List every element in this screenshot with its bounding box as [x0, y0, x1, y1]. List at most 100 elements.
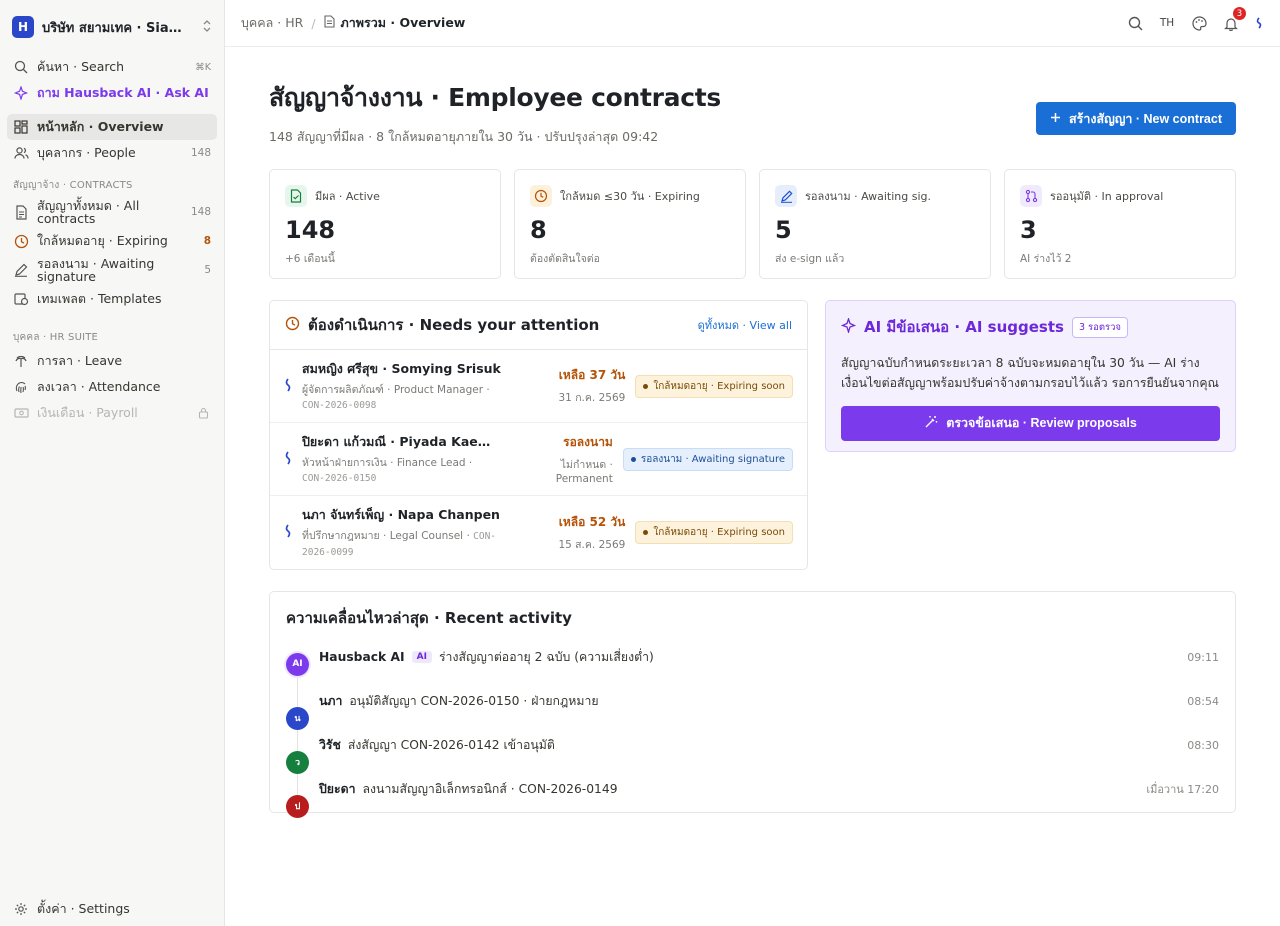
sidebar-item-ask-ai[interactable]: ถาม Hausback AI · Ask AI — [7, 80, 217, 106]
ai-pending-badge: 3 รอตรวจ — [1071, 316, 1128, 338]
employee-name: ปิยะดา แก้วมณี · Piyada Kaewma... — [302, 433, 493, 449]
sparkle-icon — [840, 316, 857, 336]
stat-note: +6 เดือนนี้ — [285, 253, 335, 265]
new-contract-label: สร้างสัญญา · New contract — [1068, 111, 1222, 126]
sidebar-item-all-contracts[interactable]: สัญญาทั้งหมด · All contracts 148 — [7, 196, 217, 228]
sidebar-item-expiring[interactable]: ใกล้หมดอายุ · Expiring 8 — [7, 228, 217, 254]
stat-value: 5 — [775, 216, 792, 244]
pen-icon — [775, 185, 797, 207]
sidebar-item-label: ค้นหา · Search — [37, 59, 125, 75]
actor-name: วิรัช — [319, 737, 341, 752]
sidebar-item-label: ถาม Hausback AI · Ask AI — [37, 85, 209, 101]
plus-icon — [1050, 112, 1061, 126]
actor-name: นภา — [319, 693, 343, 708]
sparkle-icon — [13, 85, 29, 101]
page-header: สัญญาจ้างงาน · Employee contracts 148 สั… — [269, 78, 1236, 147]
stat-card-expiring[interactable]: ใกล้หมด ≤30 วัน · Expiring 8 ต้องตัดสินใ… — [514, 169, 746, 279]
sidebar-item-templates[interactable]: เทมเพลต · Templates — [7, 286, 217, 312]
gear-icon — [13, 901, 29, 917]
due-label: เหลือ 37 วัน — [558, 368, 626, 382]
activity-text: ส่งสัญญา CON-2026-0142 เข้าอนุมัติ — [347, 737, 555, 752]
sidebar-item-count: 5 — [204, 264, 211, 276]
palette-icon[interactable] — [1190, 14, 1208, 32]
stat-label: รอลงนาม · Awaiting sig. — [805, 190, 932, 203]
avatar: AI — [286, 652, 309, 676]
stat-note: ส่ง e-sign แล้ว — [775, 253, 845, 265]
activity-time: 09:11 — [1187, 650, 1219, 664]
page-icon — [323, 15, 335, 31]
contract-code: CON-2026-0150 — [302, 473, 377, 484]
bell-icon[interactable]: 3 — [1222, 7, 1246, 32]
ai-tag: AI — [411, 651, 432, 663]
activity-time: 08:30 — [1187, 738, 1219, 752]
review-proposals-label: ตรวจข้อเสนอ · Review proposals — [946, 416, 1137, 431]
employee-role: หัวหน้าฝ่ายการเงิน · Finance Lead · — [302, 456, 473, 469]
status-badge: ใกล้หมดอายุ · Expiring soon — [635, 374, 793, 398]
sidebar-item-leave[interactable]: การลา · Leave — [7, 348, 217, 374]
breadcrumb-current: ภาพรวม · Overview — [323, 13, 465, 33]
actor-name: Hausback AI — [319, 650, 405, 664]
stat-label: ใกล้หมด ≤30 วัน · Expiring — [560, 190, 700, 203]
activity-text: อนุมัติสัญญา CON-2026-0150 · ฝ่ายกฎหมาย — [349, 693, 599, 708]
sidebar-item-label: ตั้งค่า · Settings — [37, 901, 130, 917]
palm-tree-icon — [13, 353, 29, 369]
money-icon — [13, 405, 29, 421]
document-icon — [13, 204, 29, 220]
language-toggle[interactable]: TH — [1158, 14, 1176, 32]
employee-role: ที่ปรึกษากฎหมาย · Legal Counsel · — [302, 530, 474, 543]
hausback-logo-icon[interactable] — [1254, 14, 1264, 32]
stat-card-approval[interactable]: รออนุมัติ · In approval 3 AI ร่างไว้ 2 — [1004, 169, 1236, 279]
sidebar-item-settings[interactable]: ตั้งค่า · Settings — [7, 896, 217, 922]
workspace-logo: H — [12, 16, 34, 38]
topbar-actions: TH 3 — [1126, 7, 1264, 32]
review-proposals-button[interactable]: ตรวจข้อเสนอ · Review proposals — [841, 405, 1220, 441]
view-all-link[interactable]: ดูทั้งหมด · View all — [698, 316, 792, 334]
sidebar-item-label: บุคลากร · People — [37, 145, 136, 161]
sidebar-item-label: รอลงนาม · Awaiting signature — [37, 255, 155, 284]
attention-row-item[interactable]: ปิยะดา แก้วมณี · Piyada Kaewma... หัวหน้… — [270, 423, 807, 496]
contract-code: CON-2026-0098 — [302, 400, 377, 411]
status-badge: ใกล้หมดอายุ · Expiring soon — [635, 521, 793, 544]
workspace-switcher[interactable]: H บริษัท สยามเทค · SiamT... — [0, 0, 224, 54]
stat-value: 8 — [530, 216, 547, 244]
sidebar-item-count: 148 — [190, 147, 211, 159]
content: สัญญาจ้างงาน · Employee contracts 148 สั… — [225, 78, 1280, 818]
stat-card-awaiting[interactable]: รอลงนาม · Awaiting sig. 5 ส่ง e-sign แล้… — [759, 169, 991, 279]
search-icon[interactable] — [1126, 14, 1144, 32]
employee-name: นภา จันทร์เพ็ญ · Napa Chanpen — [302, 507, 500, 523]
new-contract-button[interactable]: สร้างสัญญา · New contract — [1035, 102, 1236, 135]
employee-name: สมหญิง ศรีสุข · Somying Srisuk — [302, 360, 501, 376]
activity-item: ป ปิยะดา ลงนามสัญญาอิเล็กทรอนิกส์ · CON-… — [286, 774, 1219, 818]
pen-icon — [13, 262, 29, 278]
template-icon — [13, 291, 29, 307]
due-date: 15 ส.ค. 2569 — [558, 538, 626, 551]
attention-row-item[interactable]: นภา จันทร์เพ็ญ · Napa Chanpen ที่ปรึกษาก… — [270, 496, 807, 569]
sidebar: H บริษัท สยามเทค · SiamT... ค้นหา · Sear… — [0, 0, 225, 926]
sidebar-item-search[interactable]: ค้นหา · Search ⌘K — [7, 54, 217, 80]
sidebar-item-people[interactable]: บุคลากร · People 148 — [7, 140, 217, 166]
chevron-updown-icon — [202, 19, 212, 36]
activity-time: เมื่อวาน 17:20 — [1146, 783, 1219, 796]
breadcrumb-parent[interactable]: บุคคล · HR — [241, 13, 303, 33]
sidebar-item-label: ใกล้หมดอายุ · Expiring — [37, 233, 168, 249]
sidebar-item-awaiting[interactable]: รอลงนาม · Awaiting signature 5 — [7, 254, 217, 286]
ai-suggest-title: AI มีข้อเสนอ · AI suggests — [864, 318, 1064, 336]
ai-suggest-card: AI มีข้อเสนอ · AI suggests 3 รอตรวจ สัญญ… — [825, 300, 1236, 452]
sidebar-item-attendance[interactable]: ลงเวลา · Attendance — [7, 374, 217, 400]
attention-title: ต้องดำเนินการ · Needs your attention — [308, 316, 600, 334]
stats-row: มีผล · Active 148 +6 เดือนนี้ ใกล้หมด ≤3… — [269, 169, 1236, 279]
app-root: H บริษัท สยามเทค · SiamT... ค้นหา · Sear… — [0, 0, 1280, 926]
activity-text: ลงนามสัญญาอิเล็กทรอนิกส์ · CON-2026-0149 — [362, 781, 618, 796]
due-date: ไม่กำหนด · Permanent — [555, 459, 613, 485]
attention-row-item[interactable]: สมหญิง ศรีสุข · Somying Srisuk ผู้จัดการ… — [270, 350, 807, 423]
sidebar-section-hr: บุคคล · HR SUITE — [13, 332, 99, 343]
activity-text: ร่างสัญญาต่ออายุ 2 ฉบับ (ความเสี่ยงต่ำ) — [438, 649, 654, 664]
topbar: บุคคล · HR / ภาพรวม · Overview TH 3 — [225, 0, 1280, 47]
sidebar-item-label: เงินเดือน · Payroll — [37, 405, 138, 421]
sidebar-item-payroll: เงินเดือน · Payroll — [7, 400, 217, 426]
sidebar-item-overview[interactable]: หน้าหลัก · Overview — [7, 114, 217, 140]
stat-label: รออนุมัติ · In approval — [1050, 190, 1164, 203]
stat-card-active[interactable]: มีผล · Active 148 +6 เดือนนี้ — [269, 169, 501, 279]
stat-label: มีผล · Active — [315, 190, 380, 203]
activity-item: น นภา อนุมัติสัญญา CON-2026-0150 · ฝ่ายก… — [286, 686, 1219, 730]
